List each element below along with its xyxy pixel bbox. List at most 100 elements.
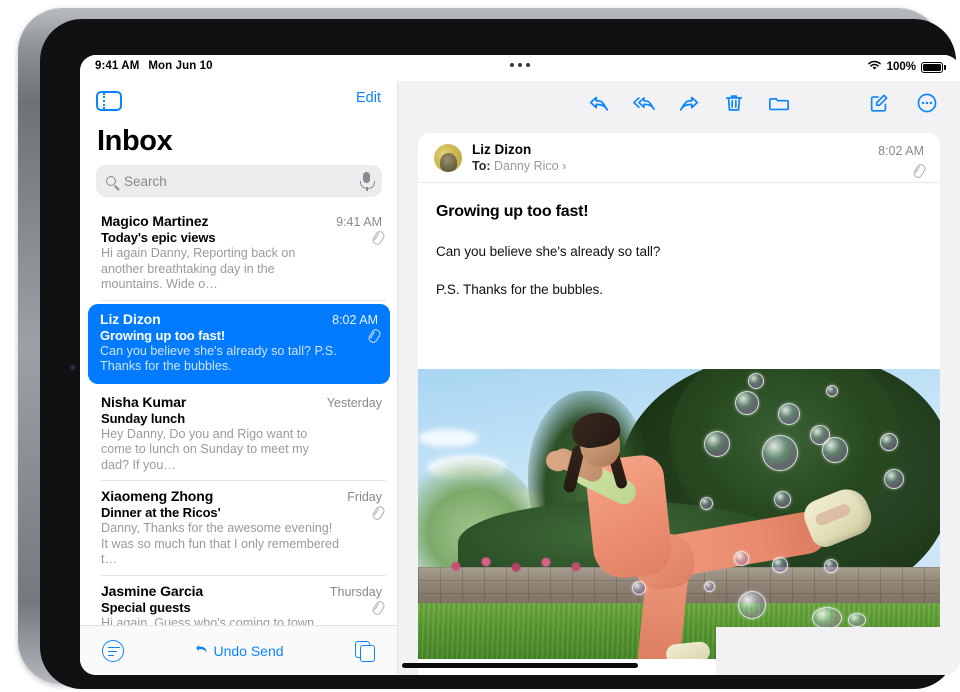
row-divider xyxy=(101,299,386,301)
bubble xyxy=(826,385,838,397)
message-preview: Hey Danny, Do you and Rigo want to come … xyxy=(101,426,309,472)
bubble xyxy=(700,497,713,510)
paperclip-icon xyxy=(369,329,378,343)
home-indicator[interactable] xyxy=(402,663,638,668)
forward-icon[interactable] xyxy=(678,92,700,114)
message-sender: Jasmine Garcia xyxy=(101,582,204,599)
edit-button[interactable]: Edit xyxy=(356,90,381,106)
undo-send-button[interactable]: Undo Send xyxy=(195,642,284,659)
cloud xyxy=(418,429,478,447)
sidebar-top-bar: Edit xyxy=(80,81,397,125)
page-title: Inbox xyxy=(97,125,173,157)
paperclip-icon xyxy=(373,231,382,245)
message-subject: Sunday lunch xyxy=(101,410,186,426)
message-time: Yesterday xyxy=(326,395,382,410)
ipad-screen: 9:41 AM Mon Jun 10 100% Edit Inbox Searc… xyxy=(80,55,960,675)
message-preview: Danny, Thanks for the awesome evening! I… xyxy=(101,521,339,566)
sidebar-bottom-toolbar: Undo Send xyxy=(80,625,397,675)
message-subject: Dinner at the Ricos' xyxy=(101,505,221,520)
message-header[interactable]: Liz Dizon To: Danny Rico › 8:02 AM xyxy=(418,133,940,183)
bubble xyxy=(778,403,800,425)
paperclip-icon xyxy=(914,164,923,178)
search-icon xyxy=(106,176,116,186)
bubble xyxy=(824,559,838,573)
more-ellipsis-circle-icon[interactable] xyxy=(916,92,938,114)
search-placeholder: Search xyxy=(124,173,167,189)
bubble xyxy=(704,431,730,457)
microphone-icon[interactable] xyxy=(360,172,375,191)
to-label: To: xyxy=(472,159,491,173)
mail-list-sidebar: Edit Inbox Search Magico Martinez 9:41 A… xyxy=(80,81,398,675)
compose-icon[interactable] xyxy=(868,92,890,114)
message-sender: Magico Martinez xyxy=(101,213,209,229)
undo-send-label: Undo Send xyxy=(213,642,284,659)
ipad-bezel: 9:41 AM Mon Jun 10 100% Edit Inbox Searc… xyxy=(40,19,960,689)
bubble xyxy=(632,581,646,595)
bubble xyxy=(748,373,764,389)
bubble xyxy=(734,551,749,566)
message-paragraph: P.S. Thanks for the bubbles. xyxy=(436,282,603,297)
bubble xyxy=(848,613,866,627)
message-header-text: Liz Dizon To: Danny Rico › xyxy=(472,142,566,182)
message-subject: Special guests xyxy=(101,599,191,615)
sidebar-toggle-icon[interactable] xyxy=(96,91,122,111)
bubble xyxy=(772,557,788,573)
message-timestamp: 8:02 AM xyxy=(878,144,924,158)
bubble xyxy=(812,607,842,629)
bubble xyxy=(822,437,848,463)
ipad-device-frame: 9:41 AM Mon Jun 10 100% Edit Inbox Searc… xyxy=(18,8,960,689)
message-subject: Growing up too fast! xyxy=(100,327,226,343)
avatar xyxy=(434,144,462,172)
message-time: Thursday xyxy=(329,584,382,599)
message-sender: Nisha Kumar xyxy=(101,393,187,410)
bubble xyxy=(774,491,791,508)
screenshot-stage: 9:41 AM Mon Jun 10 100% Edit Inbox Searc… xyxy=(0,0,960,692)
list-item[interactable]: Nisha Kumar Yesterday Sunday lunch Hey D… xyxy=(80,387,398,481)
filter-icon[interactable] xyxy=(102,639,124,662)
bubble xyxy=(884,469,904,489)
message-body: Growing up too fast! Can you believe she… xyxy=(418,183,940,297)
folder-icon[interactable] xyxy=(768,92,790,114)
wifi-icon xyxy=(867,60,882,74)
message-card: Liz Dizon To: Danny Rico › 8:02 AM Growi… xyxy=(418,133,940,675)
message-sender-name: Liz Dizon xyxy=(472,142,532,157)
paperclip-icon xyxy=(373,506,382,520)
message-time: Friday xyxy=(347,490,382,504)
message-preview: Hi again Danny, Reporting back on anothe… xyxy=(101,246,296,291)
trash-icon[interactable] xyxy=(723,92,745,114)
message-subject-heading: Growing up too fast! xyxy=(436,203,589,220)
paperclip-icon xyxy=(373,601,382,615)
list-item-selected[interactable]: Liz Dizon 8:02 AM Growing up too fast! C… xyxy=(88,303,390,384)
reply-all-icon[interactable] xyxy=(633,92,655,114)
bubble xyxy=(738,591,766,619)
multitasking-ellipsis-icon[interactable] xyxy=(80,63,960,67)
message-time: 9:41 AM xyxy=(336,215,382,229)
message-right-buttons xyxy=(868,92,938,114)
bubble xyxy=(762,435,798,471)
message-toolbar xyxy=(398,81,960,125)
bubble xyxy=(735,391,759,415)
message-recipient-line[interactable]: To: Danny Rico › xyxy=(472,159,566,173)
message-pane: Liz Dizon To: Danny Rico › 8:02 AM Growi… xyxy=(398,81,960,675)
message-paragraph: Can you believe she's already so tall? xyxy=(436,244,661,259)
copy-stack-icon[interactable] xyxy=(355,640,375,662)
battery-icon xyxy=(921,61,946,73)
search-input[interactable]: Search xyxy=(96,165,382,197)
list-item[interactable]: Xiaomeng Zhong Friday Dinner at the Rico… xyxy=(80,481,398,576)
undo-arrow-icon xyxy=(195,643,209,659)
message-photo-attachment[interactable] xyxy=(418,369,940,659)
reply-icon[interactable] xyxy=(588,92,610,114)
message-action-buttons xyxy=(588,92,790,114)
recipient-name: Danny Rico xyxy=(494,159,559,173)
mail-message-list[interactable]: Magico Martinez 9:41 AM Today's epic vie… xyxy=(80,206,398,648)
battery-percent: 100% xyxy=(886,61,916,73)
bubble xyxy=(704,581,715,592)
message-sender: Xiaomeng Zhong xyxy=(101,488,214,504)
message-pane-bottom-bar xyxy=(716,627,960,675)
list-item[interactable]: Magico Martinez 9:41 AM Today's epic vie… xyxy=(80,206,398,301)
front-camera-icon xyxy=(69,364,76,371)
bubble xyxy=(880,433,898,451)
status-bar-right: 100% xyxy=(867,60,946,74)
message-time: 8:02 AM xyxy=(332,312,378,327)
message-sender: Liz Dizon xyxy=(100,310,161,327)
